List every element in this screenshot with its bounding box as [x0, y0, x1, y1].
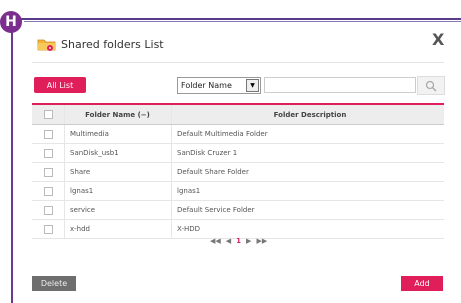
shared-folder-icon [37, 36, 57, 52]
search-input[interactable] [264, 77, 416, 93]
folder-name: Share [64, 162, 172, 182]
folder-description: SanDisk Cruzer 1 [171, 143, 444, 163]
dialog-title: Shared folders List [61, 37, 164, 51]
folder-name: SanDisk_usb1 [64, 143, 172, 163]
current-page[interactable]: 1 [236, 237, 241, 245]
search-icon [425, 80, 437, 92]
header-divider [32, 62, 444, 63]
folder-description: Default Multimedia Folder [171, 124, 444, 144]
folder-description: Default Service Folder [171, 200, 444, 220]
chevron-down-icon[interactable]: ▼ [246, 79, 259, 92]
first-page-icon[interactable]: ◀◀ [210, 237, 221, 245]
select-all-cell [32, 103, 65, 125]
filter-select-value: Folder Name [181, 81, 232, 90]
folder-name-header[interactable]: Folder Name (−) [64, 103, 172, 125]
table-header-row: Folder Name (−) Folder Description [32, 103, 444, 125]
folder-description: Default Share Folder [171, 162, 444, 182]
row-check-cell [32, 181, 65, 201]
step-badge: H [0, 11, 22, 33]
folder-name: x-hdd [64, 219, 172, 239]
row-checkbox[interactable] [43, 186, 53, 196]
folder-description: X-HDD [171, 219, 444, 239]
window-left-border [11, 20, 13, 303]
table-row[interactable]: Multimedia Default Multimedia Folder [32, 124, 444, 144]
row-check-cell [32, 219, 65, 239]
prev-page-icon[interactable]: ◀ [226, 237, 231, 245]
last-page-icon[interactable]: ▶▶ [256, 237, 267, 245]
select-all-checkbox[interactable] [43, 110, 53, 119]
folder-description-header: Folder Description [171, 103, 444, 125]
folder-description: lgnas1 [171, 181, 444, 201]
row-check-cell [32, 124, 65, 144]
row-check-cell [32, 200, 65, 220]
row-checkbox[interactable] [43, 167, 53, 177]
table-row[interactable]: SanDisk_usb1 SanDisk Cruzer 1 [32, 143, 444, 163]
folder-name: Multimedia [64, 124, 172, 144]
table-row[interactable]: lgnas1 lgnas1 [32, 181, 444, 201]
row-check-cell [32, 162, 65, 182]
filter-select[interactable]: Folder Name ▼ [177, 77, 261, 94]
row-checkbox[interactable] [43, 224, 53, 234]
table-row[interactable]: Share Default Share Folder [32, 162, 444, 182]
close-button[interactable]: X [432, 30, 444, 49]
dialog-header: Shared folders List [37, 36, 164, 52]
pagination: ◀◀ ◀ 1 ▶ ▶▶ [210, 237, 267, 245]
shared-folders-table: Folder Name (−) Folder Description Multi… [32, 103, 444, 239]
table-row[interactable]: x-hdd X-HDD [32, 219, 444, 239]
delete-button[interactable]: Delete [32, 276, 76, 291]
window-top-border-inner [24, 21, 461, 22]
add-button[interactable]: Add [401, 276, 443, 291]
folder-name: lgnas1 [64, 181, 172, 201]
row-checkbox[interactable] [43, 129, 53, 139]
row-checkbox[interactable] [43, 205, 53, 215]
all-list-button[interactable]: All List [34, 77, 86, 93]
next-page-icon[interactable]: ▶ [246, 237, 251, 245]
window-top-border [11, 18, 461, 20]
folder-name: service [64, 200, 172, 220]
search-button[interactable] [417, 76, 445, 95]
row-checkbox[interactable] [43, 148, 53, 158]
row-check-cell [32, 143, 65, 163]
table-row[interactable]: service Default Service Folder [32, 200, 444, 220]
